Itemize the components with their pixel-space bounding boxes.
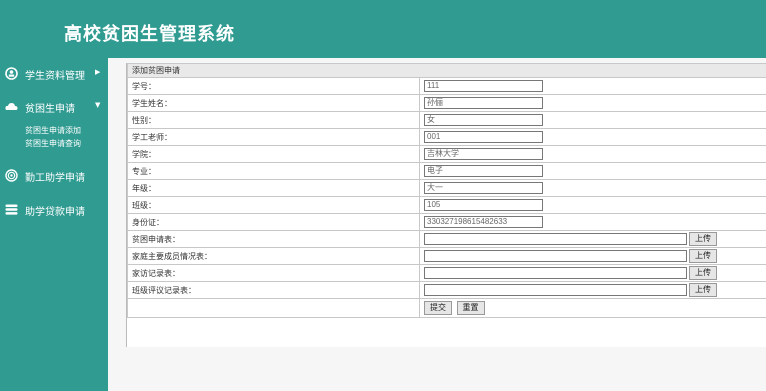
- class-label: 班级：: [127, 196, 420, 214]
- grade-label: 年级：: [127, 179, 420, 197]
- major-label: 专业：: [127, 162, 420, 180]
- sidebar-subitem-add-application[interactable]: 贫困生申请添加: [25, 125, 81, 136]
- upload-row: 家庭主要成员情况表： 上传: [127, 247, 766, 265]
- student-name-label: 学生姓名：: [127, 94, 420, 112]
- poverty-form-upload-button[interactable]: 上传: [689, 232, 717, 246]
- chevron-down-icon: ▼: [95, 101, 101, 109]
- upload-row: 家访记录表： 上传: [127, 264, 766, 282]
- upload-row: 班级评议记录表： 上传: [127, 281, 766, 299]
- target-icon: [5, 169, 18, 182]
- sidebar-item-student-loan[interactable]: 助学贷款申请: [0, 198, 108, 222]
- main-content: 添加贫困申请 学号： 学生姓名： 性别： 学工老师： 学院：: [108, 58, 766, 391]
- form-row: 学工老师：: [127, 128, 766, 146]
- college-label: 学院：: [127, 145, 420, 163]
- student-profile-icon: [5, 67, 18, 80]
- form-title: 添加贫困申请: [127, 63, 766, 78]
- sidebar-item-label: 勤工助学申请: [25, 173, 85, 184]
- poverty-form-label: 贫困申请表：: [127, 230, 420, 248]
- sidebar-item-student-records[interactable]: 学生资料管理 ▶: [0, 62, 108, 86]
- home-visit-file-input[interactable]: [424, 267, 687, 279]
- form-row: 性别：: [127, 111, 766, 129]
- reset-button[interactable]: 重置: [456, 301, 485, 315]
- actions-row: 提交 重置: [127, 298, 766, 318]
- sidebar-subitem-query-application[interactable]: 贫困生申请查询: [25, 138, 81, 149]
- grade-field[interactable]: [424, 182, 543, 194]
- class-review-upload-button[interactable]: 上传: [689, 283, 717, 297]
- home-visit-upload-button[interactable]: 上传: [689, 266, 717, 280]
- major-field[interactable]: [424, 165, 543, 177]
- family-members-file-input[interactable]: [424, 250, 687, 262]
- upload-row: 贫困申请表： 上传: [127, 230, 766, 248]
- form-row: 身份证：: [127, 213, 766, 231]
- gender-label: 性别：: [127, 111, 420, 129]
- app-title: 高校贫困生管理系统: [64, 24, 235, 45]
- app-header: 高校贫困生管理系统: [0, 0, 766, 58]
- form-header-row: 添加贫困申请: [127, 63, 766, 78]
- sidebar-item-label: 贫困生申请: [25, 104, 75, 115]
- form-row: 班级：: [127, 196, 766, 214]
- family-members-upload-button[interactable]: 上传: [689, 249, 717, 263]
- family-members-label: 家庭主要成员情况表：: [127, 247, 420, 265]
- cloud-icon: [5, 100, 18, 113]
- stack-icon: [5, 203, 18, 216]
- class-field[interactable]: [424, 199, 543, 211]
- chevron-right-icon: ▶: [95, 68, 101, 76]
- class-review-label: 班级评议记录表：: [127, 281, 420, 299]
- sidebar-item-work-study[interactable]: 勤工助学申请: [0, 164, 108, 188]
- sidebar-item-label: 助学贷款申请: [25, 207, 85, 218]
- sidebar-item-poverty-application[interactable]: 贫困生申请 ▼: [0, 95, 108, 119]
- home-visit-label: 家访记录表：: [127, 264, 420, 282]
- student-name-field[interactable]: [424, 97, 543, 109]
- counselor-field[interactable]: [424, 131, 543, 143]
- college-field[interactable]: [424, 148, 543, 160]
- gender-field[interactable]: [424, 114, 543, 126]
- form-row: 学生姓名：: [127, 94, 766, 112]
- application-form: 添加贫困申请 学号： 学生姓名： 性别： 学工老师： 学院：: [127, 63, 766, 318]
- application-form-panel: 添加贫困申请 学号： 学生姓名： 性别： 学工老师： 学院：: [126, 63, 766, 347]
- form-row: 年级：: [127, 179, 766, 197]
- sidebar-item-label: 学生资料管理: [25, 71, 85, 82]
- form-row: 学院：: [127, 145, 766, 163]
- id-card-field[interactable]: [424, 216, 543, 228]
- id-card-label: 身份证：: [127, 213, 420, 231]
- class-review-file-input[interactable]: [424, 284, 687, 296]
- counselor-label: 学工老师：: [127, 128, 420, 146]
- form-row: 学号：: [127, 77, 766, 95]
- student-id-label: 学号：: [127, 77, 420, 95]
- submit-button[interactable]: 提交: [424, 301, 452, 315]
- student-id-field[interactable]: [424, 80, 543, 92]
- poverty-form-file-input[interactable]: [424, 233, 687, 245]
- form-row: 专业：: [127, 162, 766, 180]
- sidebar: 学生资料管理 ▶ 贫困生申请 ▼ 贫困生申请添加 贫困生申请查询 勤工助学申请 …: [0, 58, 108, 391]
